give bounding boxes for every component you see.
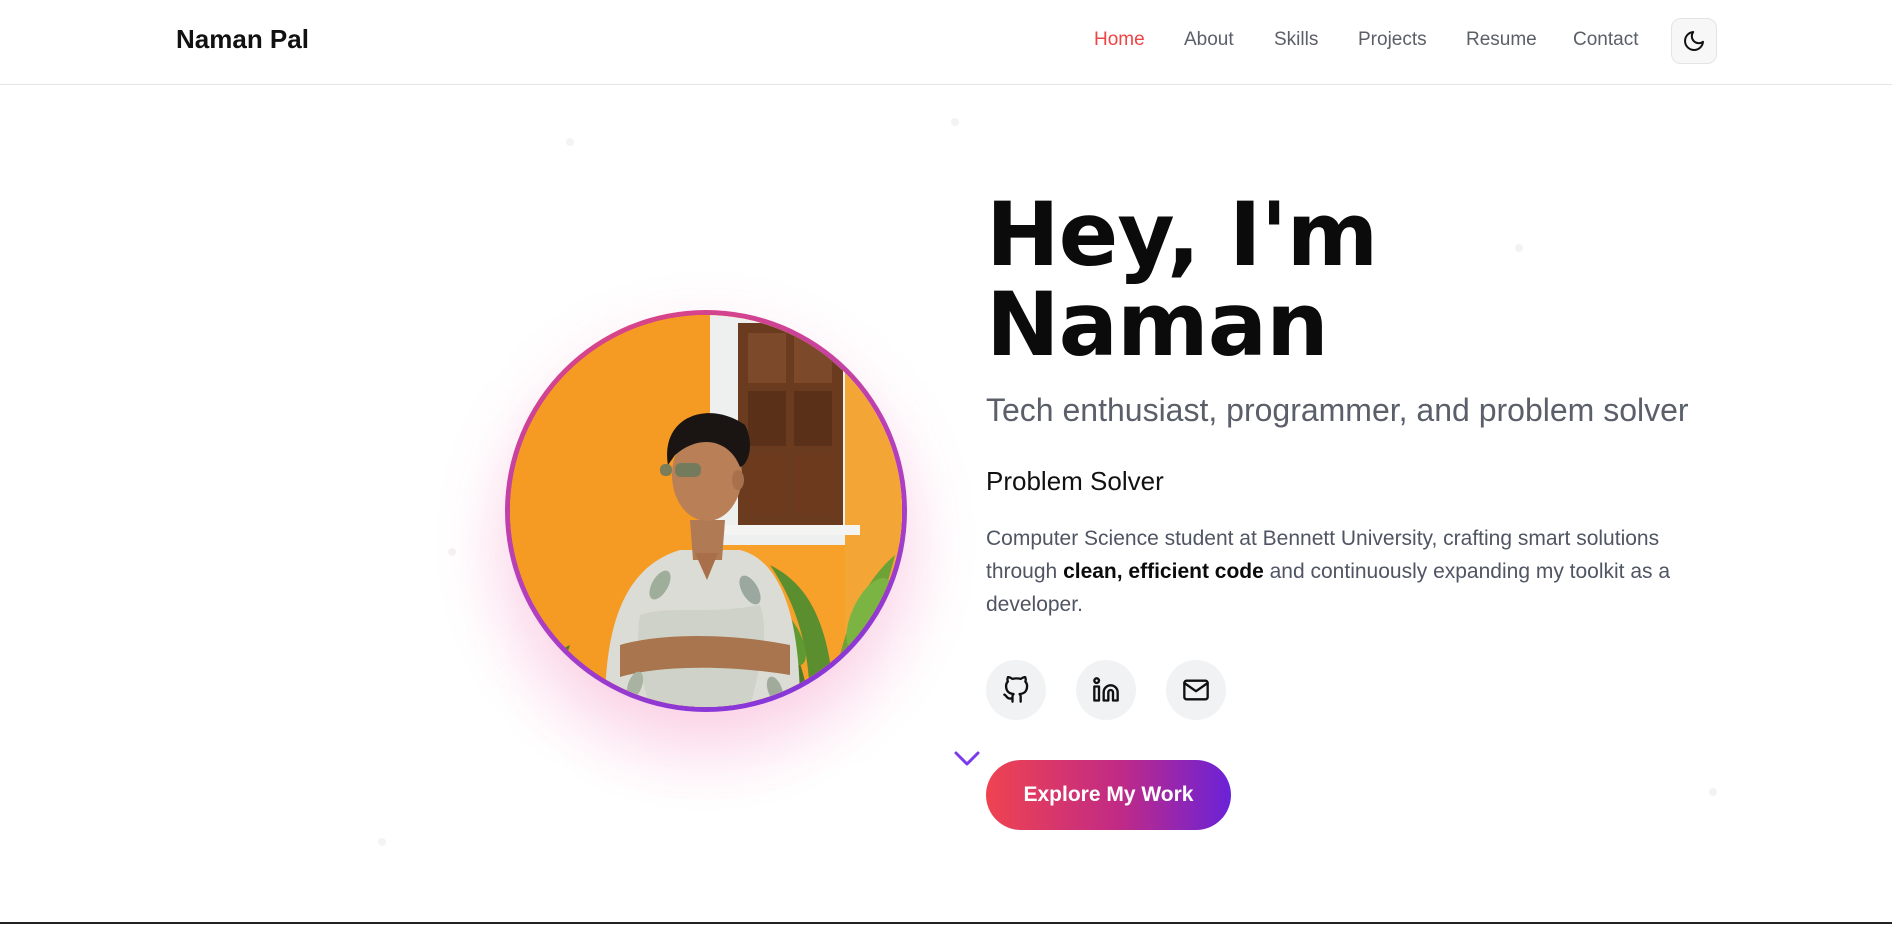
decor-dot [951,118,959,126]
section-divider [0,922,1892,924]
bio-emphasis: clean, efficient code [1063,560,1264,583]
github-icon [1003,676,1029,703]
decor-dot [566,138,574,146]
theme-toggle-button[interactable] [1671,18,1717,64]
hero-bio: Computer Science student at Bennett Univ… [986,522,1686,621]
explore-work-button[interactable]: Explore My Work [986,760,1231,830]
nav-link-contact[interactable]: Contact [1573,29,1638,51]
nav-link-resume[interactable]: Resume [1466,29,1537,51]
hero-title: Hey, I'm Naman [986,190,1806,370]
decor-dot [1709,788,1717,796]
decor-dot [378,838,386,846]
chevron-down-icon[interactable] [953,750,981,768]
navbar: Naman Pal Home About Skills Projects Res… [0,0,1892,85]
hero-tagline: Tech enthusiast, programmer, and problem… [986,392,1689,428]
hero-role: Problem Solver [986,466,1164,496]
moon-icon [1684,31,1704,51]
profile-photo [510,315,902,707]
linkedin-button[interactable] [1076,660,1136,720]
nav-link-about[interactable]: About [1184,29,1234,51]
nav-link-projects[interactable]: Projects [1358,29,1427,51]
mail-icon [1183,679,1209,701]
nav-link-home[interactable]: Home [1094,29,1145,51]
hero-title-line1: Hey, I'm [986,183,1378,286]
hero-title-line2: Naman [986,273,1329,376]
linkedin-icon [1093,677,1119,702]
nav-links: Home About Skills Projects Resume Contac… [0,29,1892,59]
nav-link-skills[interactable]: Skills [1274,29,1318,51]
portrait [445,280,965,800]
github-button[interactable] [986,660,1046,720]
email-button[interactable] [1166,660,1226,720]
